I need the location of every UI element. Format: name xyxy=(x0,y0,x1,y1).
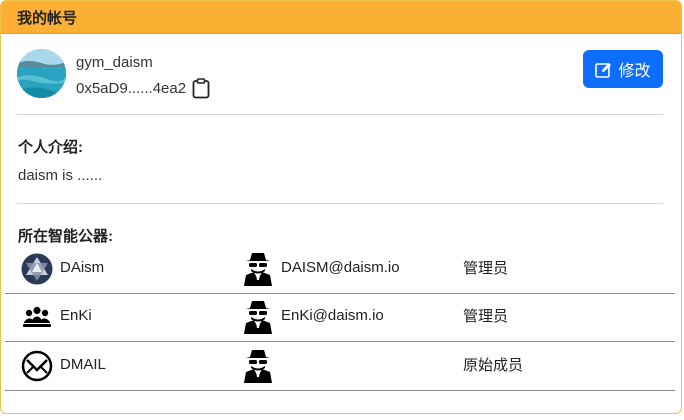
dao-row[interactable]: DMAIL 原始成员 xyxy=(5,343,675,391)
dmail-envelope-icon xyxy=(21,350,53,382)
dao-role: 管理员 xyxy=(463,260,509,277)
dao-role: 原始成员 xyxy=(463,357,524,374)
dao-row[interactable]: DAism DAISM@daism.io 管理员 xyxy=(5,246,675,294)
pencil-square-icon xyxy=(595,62,612,78)
account-card: 我的帐号 gym_daism 0x5aD9......4ea2 修改 个人介绍:… xyxy=(0,0,682,414)
wallet-address: 0x5aD9......4ea2 xyxy=(76,78,210,99)
clipboard-icon[interactable] xyxy=(192,78,210,99)
edit-button[interactable]: 修改 xyxy=(583,50,663,88)
edit-button-label: 修改 xyxy=(618,63,651,80)
username: gym_daism xyxy=(76,54,153,71)
dao-email: DAISM@daism.io xyxy=(281,259,400,276)
dao-role: 管理员 xyxy=(463,308,509,325)
avatar-beach-image xyxy=(17,49,66,98)
avatar xyxy=(17,49,66,98)
card-title: 我的帐号 xyxy=(17,9,78,27)
dao-email: EnKi@daism.io xyxy=(281,307,384,324)
intro-title: 个人介绍: xyxy=(18,139,83,156)
daism-logo-icon xyxy=(21,253,53,285)
dao-name[interactable]: DAism xyxy=(60,259,104,276)
dao-name[interactable]: DMAIL xyxy=(60,356,106,373)
divider xyxy=(17,114,663,115)
card-header: 我的帐号 xyxy=(1,1,681,34)
dao-row[interactable]: EnKi EnKi@daism.io 管理员 xyxy=(5,294,675,342)
dao-name[interactable]: EnKi xyxy=(60,307,92,324)
wallet-address-text: 0x5aD9......4ea2 xyxy=(76,80,187,97)
anonymous-spy-icon xyxy=(244,301,272,334)
daos-title: 所在智能公器: xyxy=(18,228,113,245)
divider xyxy=(17,203,663,204)
intro-text: daism is ...... xyxy=(18,167,103,184)
anonymous-spy-icon xyxy=(244,253,272,286)
enki-people-icon xyxy=(23,306,51,327)
anonymous-spy-icon xyxy=(244,350,272,383)
